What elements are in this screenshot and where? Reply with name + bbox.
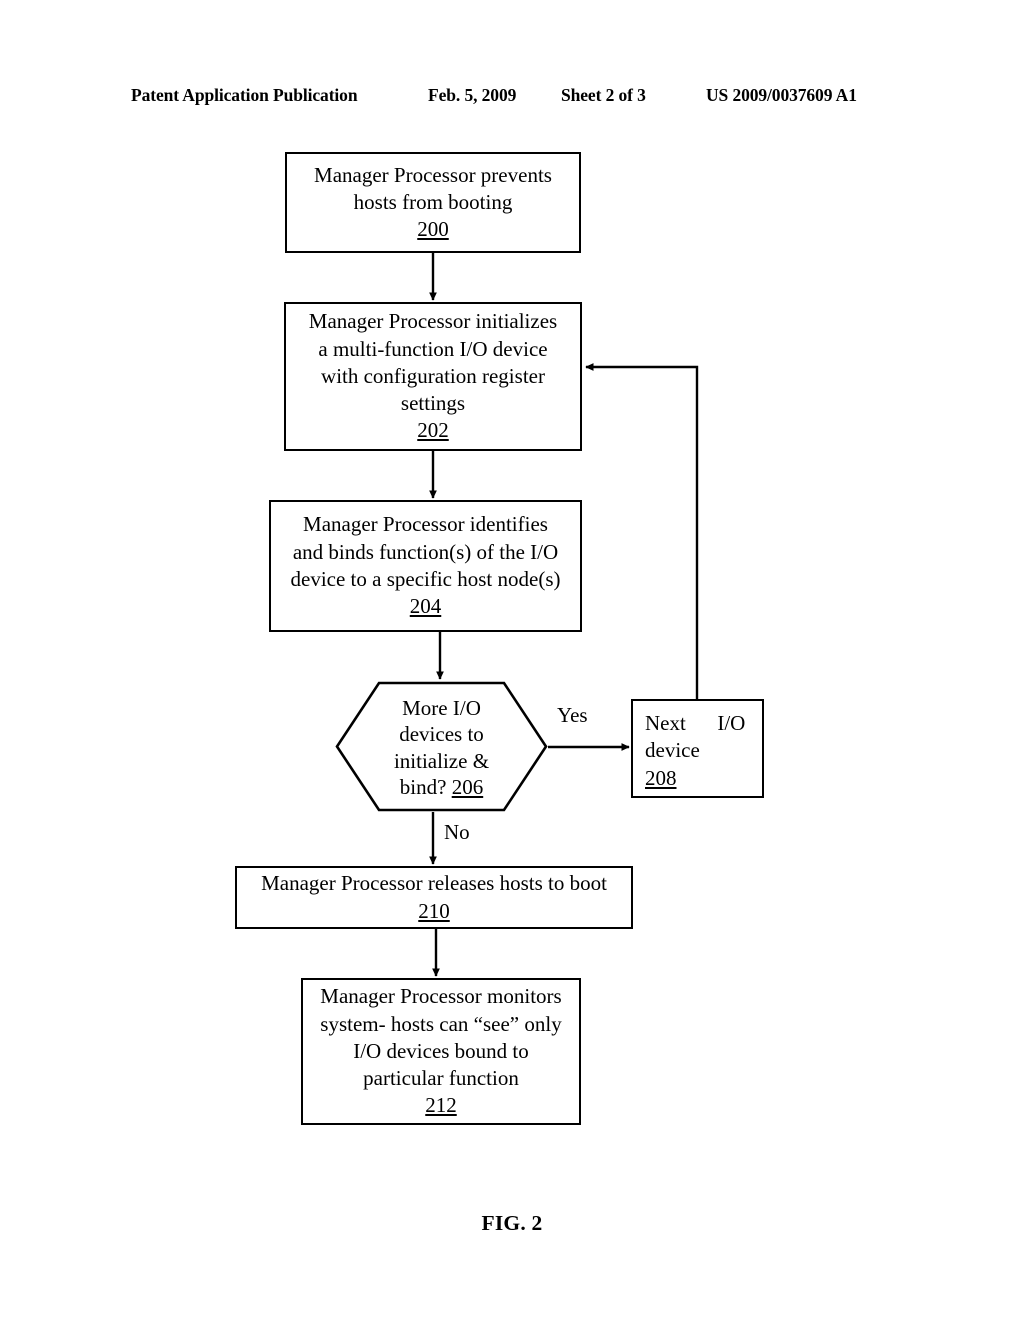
decision-node-206-text: More I/O devices to initialize & bind? 2…	[335, 681, 548, 812]
node-208-line-2: device	[645, 738, 700, 763]
figure-caption: FIG. 2	[481, 1211, 543, 1235]
node-204-reference-number: 204	[409, 594, 442, 619]
node-202-line-2: a multi-function I/O device	[318, 336, 548, 361]
node-202-line-4: settings	[400, 391, 466, 416]
process-node-210: Manager Processor releases hosts to boot…	[235, 866, 633, 929]
node-210-line-1: Manager Processor releases hosts to boot	[261, 871, 607, 896]
node-212-line-4: particular function	[363, 1066, 519, 1091]
flowchart-diagram: Manager Processor prevents hosts from bo…	[0, 0, 1024, 1320]
node-200-reference-number: 200	[417, 217, 449, 242]
node-212-line-3: I/O devices bound to	[353, 1038, 529, 1063]
node-212-line-1: Manager Processor monitors	[320, 984, 562, 1009]
connector-208-to-202-feedback	[585, 363, 699, 699]
node-206-line-1: More I/O	[402, 695, 481, 720]
node-204-line-1: Manager Processor identifies	[303, 512, 548, 537]
node-210-reference-number: 210	[418, 898, 450, 923]
node-212-reference-number: 212	[425, 1093, 457, 1118]
node-204-line-2: and binds function(s) of the I/O	[292, 539, 559, 564]
process-node-204: Manager Processor identifies and binds f…	[269, 500, 582, 632]
process-node-212: Manager Processor monitors system- hosts…	[301, 978, 581, 1125]
edge-label-yes: Yes	[557, 703, 588, 727]
process-node-202: Manager Processor initializes a multi-fu…	[284, 302, 582, 451]
edge-label-no: No	[444, 820, 470, 844]
node-206-reference-number: 206	[451, 774, 484, 799]
node-212-line-2: system- hosts can “see” only	[320, 1011, 562, 1036]
process-node-208: Next I/O device 208	[631, 699, 764, 798]
node-208-reference-number: 208	[645, 765, 677, 790]
node-200-line-2: hosts from booting	[353, 189, 513, 214]
node-206-question-tail: bind? 206	[399, 774, 484, 799]
process-node-200: Manager Processor prevents hosts from bo…	[285, 152, 581, 253]
node-208-line-1: Next I/O	[645, 711, 746, 735]
decision-node-206: More I/O devices to initialize & bind? 2…	[335, 681, 548, 812]
node-206-line-3: initialize &	[393, 748, 490, 773]
node-206-line-2: devices to	[399, 722, 484, 747]
node-202-line-1: Manager Processor initializes	[308, 309, 558, 334]
node-204-line-3: device to a specific host node(s)	[290, 567, 561, 591]
node-206-line-4: bind? 206	[400, 774, 483, 800]
node-202-reference-number: 202	[417, 418, 449, 443]
node-202-line-3: with configuration register	[321, 363, 545, 388]
node-200-line-1: Manager Processor prevents	[314, 162, 552, 187]
